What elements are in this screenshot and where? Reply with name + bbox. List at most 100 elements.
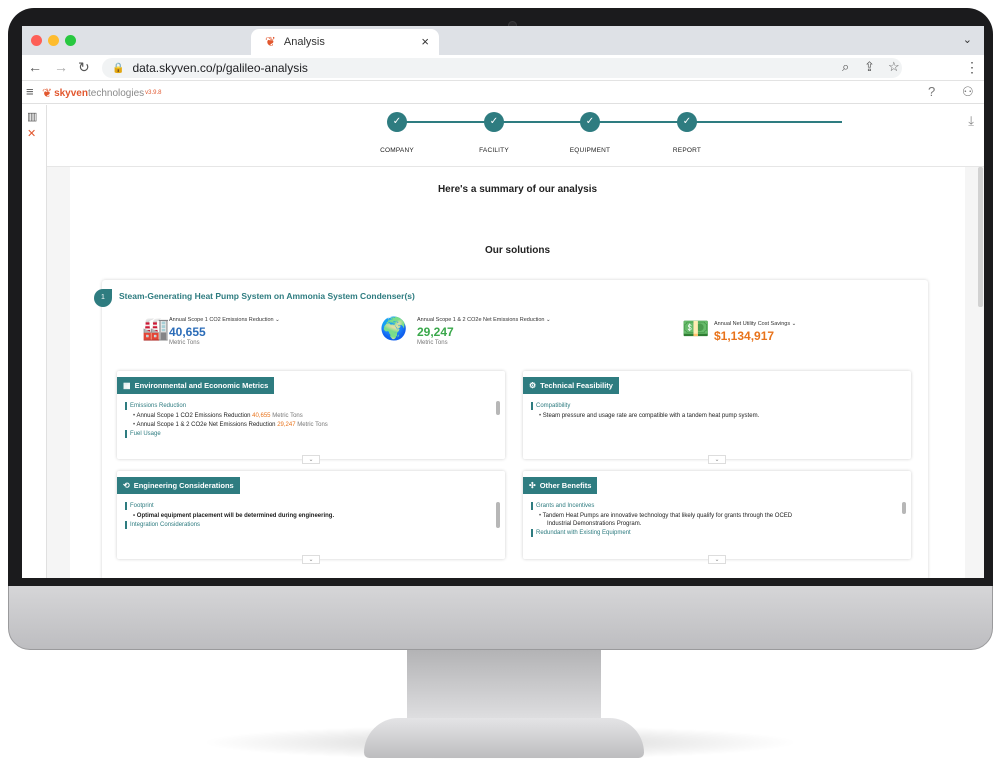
sparkle-icon: ✣ bbox=[529, 481, 536, 490]
maximize-window-button[interactable] bbox=[65, 35, 76, 46]
factory-icon: 🏭 bbox=[142, 316, 170, 341]
back-arrow-icon[interactable]: ← bbox=[28, 59, 42, 75]
expand-chevron-icon[interactable]: ⌄ bbox=[708, 455, 726, 464]
browser-tab[interactable]: ❦ Analysis × bbox=[251, 29, 439, 55]
metric-value: 40,655 bbox=[169, 325, 206, 339]
chart-icon: ▦ bbox=[123, 381, 131, 390]
share-icon[interactable]: ⇪ bbox=[864, 59, 875, 75]
kebab-menu-icon[interactable]: ⋮ bbox=[965, 59, 979, 76]
step-label-facility: FACILITY bbox=[479, 147, 509, 154]
download-icon[interactable]: ⤓ bbox=[968, 113, 974, 129]
metric-cost-savings: Annual Net Utility Cost Savings ⌄ $1,134… bbox=[714, 321, 796, 343]
tech-feasibility-box: ⚙ Technical Feasibility Compatibility St… bbox=[523, 371, 911, 464]
solutions-title: Our solutions bbox=[485, 245, 550, 256]
engineering-header: ⟲ Engineering Considerations bbox=[117, 477, 240, 494]
metric-label[interactable]: Annual Scope 1 CO2 Emissions Reduction ⌄ bbox=[169, 317, 280, 323]
metric-scope1-2: Annual Scope 1 & 2 CO2e Net Emissions Re… bbox=[417, 317, 551, 346]
list-item: Tandem Heat Pumps are innovative technol… bbox=[531, 512, 899, 528]
help-icon[interactable]: ? bbox=[928, 84, 935, 99]
close-window-button[interactable] bbox=[31, 35, 42, 46]
progress-stepper: ✓ ✓ ✓ ✓ COMPANY FACILITY EQUIPMENT REPOR… bbox=[47, 105, 984, 167]
tech-feasibility-header: ⚙ Technical Feasibility bbox=[523, 377, 619, 394]
box-scrollbar[interactable] bbox=[902, 502, 906, 514]
hamburger-menu-icon[interactable]: ≡ bbox=[26, 84, 34, 99]
metric-unit: Metric Tons bbox=[417, 340, 448, 346]
box-title: Engineering Considerations bbox=[133, 481, 234, 490]
tab-title: Analysis bbox=[283, 36, 325, 48]
brand-name: skyven bbox=[54, 87, 88, 99]
section-integration: Integration Considerations bbox=[125, 521, 493, 529]
zoom-icon[interactable]: ⌕ bbox=[842, 59, 849, 75]
forward-arrow-icon[interactable]: → bbox=[54, 59, 68, 75]
browser-tabbar: ❦ Analysis × ⌄ bbox=[22, 26, 984, 55]
url-text: data.skyven.co/p/galileo-analysis bbox=[132, 61, 308, 75]
cash-stack-icon: 💵 bbox=[682, 316, 710, 341]
section-emissions-reduction: Emissions Reduction bbox=[125, 402, 493, 410]
metric-value: $1,134,917 bbox=[714, 329, 775, 343]
metric-unit: Metric Tons bbox=[169, 340, 200, 346]
bookmark-star-icon[interactable]: ☆ bbox=[888, 59, 900, 75]
address-bar[interactable]: 🔒 data.skyven.co/p/galileo-analysis ⌕ ⇪ … bbox=[102, 58, 902, 78]
stepper-line bbox=[397, 121, 842, 123]
step-label-equipment: EQUIPMENT bbox=[569, 147, 611, 154]
reload-icon[interactable]: ↻ bbox=[78, 59, 90, 76]
brand-logo[interactable]: ❦ skyven technologies v3.9.8 bbox=[42, 86, 162, 100]
engineering-box: ⟲ Engineering Considerations Footprint O… bbox=[117, 471, 505, 564]
step-check-icon[interactable]: ✓ bbox=[580, 112, 600, 132]
metric-label[interactable]: Annual Net Utility Cost Savings ⌄ bbox=[714, 321, 796, 327]
box-scrollbar[interactable] bbox=[496, 401, 500, 415]
skyven-logo-icon: ❦ bbox=[265, 34, 276, 49]
solution-number-badge: 1 bbox=[94, 289, 112, 307]
skyven-logo-icon: ❦ bbox=[42, 86, 53, 100]
step-label-company: COMPANY bbox=[380, 147, 414, 154]
tech-feasibility-body: Compatibility Steam pressure and usage r… bbox=[531, 402, 899, 421]
box-scrollbar[interactable] bbox=[496, 502, 500, 528]
step-check-icon[interactable]: ✓ bbox=[484, 112, 504, 132]
user-icon[interactable]: ⚇ bbox=[962, 84, 974, 100]
metric-value: 29,247 bbox=[417, 325, 454, 339]
step-label-report: REPORT bbox=[672, 147, 702, 154]
list-item: Optimal equipment placement will be dete… bbox=[125, 512, 493, 520]
monitor-base bbox=[364, 718, 644, 758]
analytics-icon[interactable]: ▥ bbox=[27, 110, 37, 123]
monitor-neck bbox=[407, 650, 601, 722]
metric-label[interactable]: Annual Scope 1 & 2 CO2e Net Emissions Re… bbox=[417, 317, 551, 323]
screen: ❦ Analysis × ⌄ ← → ↻ 🔒 data.skyven.co/p/… bbox=[22, 26, 984, 578]
page-scrollbar[interactable] bbox=[978, 167, 983, 307]
browser-toolbar: ← → ↻ 🔒 data.skyven.co/p/galileo-analysi… bbox=[22, 55, 984, 81]
gear-icon: ⚙ bbox=[529, 381, 537, 390]
section-redundant: Redundant with Existing Equipment bbox=[531, 529, 899, 537]
expand-chevron-icon[interactable]: ⌄ bbox=[302, 455, 320, 464]
minimize-window-button[interactable] bbox=[48, 35, 59, 46]
box-title: Technical Feasibility bbox=[540, 381, 613, 390]
other-benefits-body: Grants and Incentives Tandem Heat Pumps … bbox=[531, 502, 899, 539]
list-item: Annual Scope 1 & 2 CO2e Net Emissions Re… bbox=[125, 421, 493, 429]
solution-card: 1 Steam-Generating Heat Pump System on A… bbox=[94, 280, 928, 578]
step-check-icon[interactable]: ✓ bbox=[387, 112, 407, 132]
expand-chevron-icon[interactable]: ⌄ bbox=[708, 555, 726, 564]
other-benefits-header: ✣ Other Benefits bbox=[523, 477, 598, 494]
tab-list-chevron-icon[interactable]: ⌄ bbox=[963, 33, 972, 46]
solution-title: Steam-Generating Heat Pump System on Amm… bbox=[119, 291, 415, 301]
section-grants: Grants and Incentives bbox=[531, 502, 899, 510]
engineering-body: Footprint Optimal equipment placement wi… bbox=[125, 502, 493, 531]
step-check-icon[interactable]: ✓ bbox=[677, 112, 697, 132]
analysis-panel: Here's a summary of our analysis Our sol… bbox=[70, 167, 965, 578]
box-title: Environmental and Economic Metrics bbox=[134, 381, 269, 390]
tools-icon[interactable]: ✕ bbox=[27, 127, 36, 140]
main-content: Here's a summary of our analysis Our sol… bbox=[47, 167, 984, 578]
env-metrics-box: ▦ Environmental and Economic Metrics Emi… bbox=[117, 371, 505, 464]
list-item: Annual Scope 1 CO2 Emissions Reduction 4… bbox=[125, 412, 493, 420]
list-item: Steam pressure and usage rate are compat… bbox=[531, 412, 899, 420]
section-compatibility: Compatibility bbox=[531, 402, 899, 410]
metric-scope1: Annual Scope 1 CO2 Emissions Reduction ⌄… bbox=[169, 317, 280, 346]
expand-chevron-icon[interactable]: ⌄ bbox=[302, 555, 320, 564]
env-metrics-header: ▦ Environmental and Economic Metrics bbox=[117, 377, 275, 394]
app-version: v3.9.8 bbox=[145, 90, 162, 96]
sidebar: ▥ ✕ bbox=[22, 105, 47, 578]
other-benefits-box: ✣ Other Benefits Grants and Incentives T… bbox=[523, 471, 911, 564]
lock-icon: 🔒 bbox=[112, 62, 125, 74]
app-header: ≡ ❦ skyven technologies v3.9.8 ? ⚇ bbox=[22, 81, 984, 104]
close-tab-icon[interactable]: × bbox=[421, 34, 429, 49]
env-metrics-body: Emissions Reduction Annual Scope 1 CO2 E… bbox=[125, 402, 493, 440]
